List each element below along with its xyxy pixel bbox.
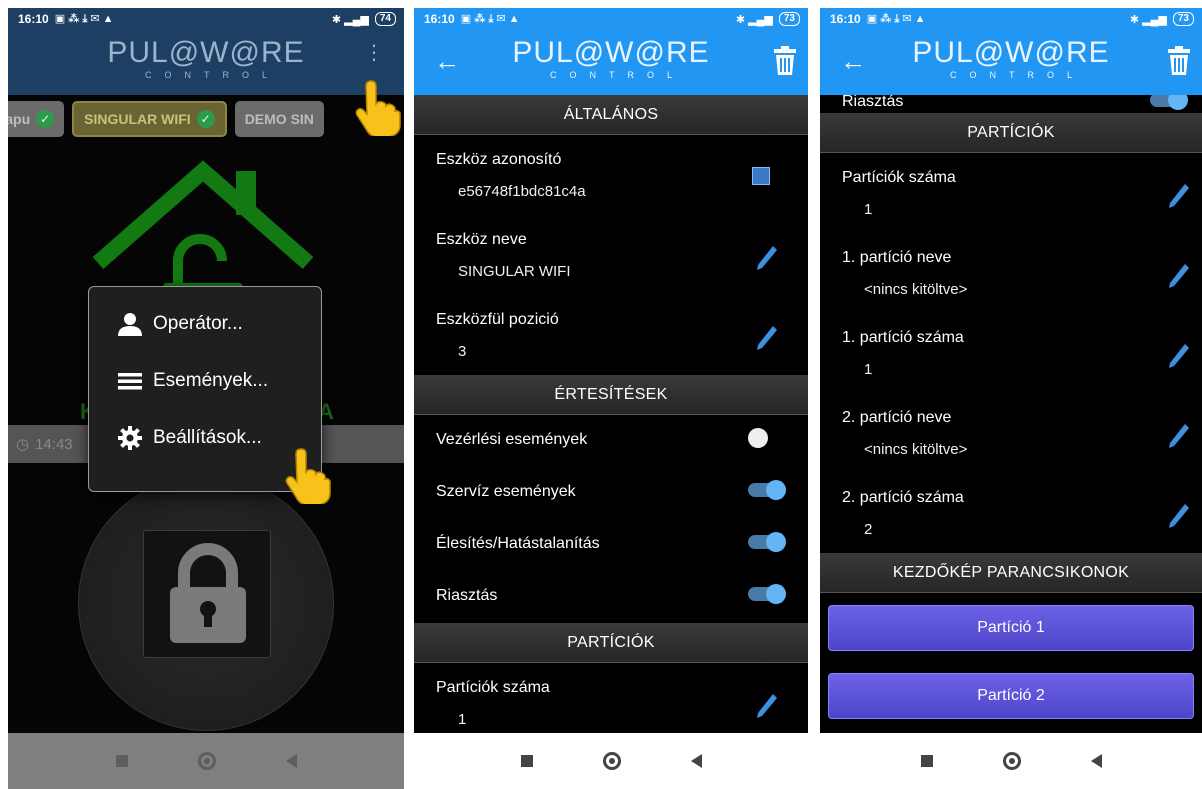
settings-list[interactable]: Riasztás PARTÍCIÓK Partíciók száma 1 1. … [820, 95, 1202, 733]
status-bar: 16:10 ▣ ⁂ ⤓ ✉ ▲ ✱ ▂▄▆ 73 [820, 8, 1202, 30]
pointing-hand-icon [355, 80, 401, 136]
toggle-switch[interactable] [748, 584, 786, 604]
setting-partition-count[interactable]: Partíciók száma 1 [820, 153, 1202, 233]
toggle-row-control-events[interactable]: Vezérlési események [414, 415, 808, 467]
toggle-row-alarm-partial[interactable]: Riasztás [820, 95, 1202, 113]
setting-tab-position[interactable]: Eszközfül pozició 3 [414, 295, 808, 375]
app-logo: PUL@W@RE CONTROL [512, 36, 710, 81]
home-button[interactable] [197, 752, 216, 770]
section-header-partitions: PARTÍCIÓK [820, 113, 1202, 153]
device-tab-active[interactable]: SINGULAR WIFI ✓ [72, 101, 227, 137]
pointing-hand-icon [285, 448, 331, 504]
partition-2-button[interactable]: Partíció 2 [828, 673, 1194, 719]
toggle-switch[interactable] [1150, 95, 1188, 110]
lock-control[interactable] [78, 475, 334, 731]
clock-icon: ◷ [16, 436, 30, 453]
menu-item-operator[interactable]: Operátor... [89, 295, 321, 352]
menu-item-events[interactable]: Események... [89, 352, 321, 409]
battery-indicator: 73 [1172, 12, 1194, 26]
battery-indicator: 74 [374, 12, 396, 26]
pencil-icon[interactable] [756, 325, 778, 351]
trash-icon[interactable] [774, 46, 796, 76]
setting-partition-1-number[interactable]: 1. partíció száma 1 [820, 313, 1202, 393]
pencil-icon[interactable] [1168, 503, 1190, 529]
recents-button[interactable] [520, 755, 533, 767]
battery-indicator: 73 [778, 12, 800, 26]
pencil-icon[interactable] [756, 693, 778, 719]
app-logo: PUL@W@RE CONTROL [912, 36, 1110, 81]
signal-icon: ✱ ▂▄▆ [1129, 13, 1167, 26]
check-icon: ✓ [196, 110, 215, 128]
section-header-partitions: PARTÍCIÓK [414, 623, 808, 663]
back-nav-button[interactable] [1090, 754, 1102, 768]
home-button[interactable] [602, 752, 621, 770]
back-nav-button[interactable] [285, 754, 297, 768]
pencil-icon[interactable] [1168, 423, 1190, 449]
setting-device-name[interactable]: Eszköz neve SINGULAR WIFI [414, 215, 808, 295]
section-header-general: ÁLTALÁNOS [414, 95, 808, 135]
notification-icons: ▣ ⁂ ⤓ ✉ ▲ [54, 13, 114, 25]
overflow-menu-icon[interactable]: ⋮ [364, 43, 384, 63]
system-nav-bar [820, 733, 1202, 789]
status-time: 16:10 [18, 12, 49, 26]
status-time: 16:10 [830, 12, 861, 26]
device-tab[interactable]: DEMO SIN [234, 101, 324, 137]
system-nav-bar [414, 733, 808, 789]
pencil-icon[interactable] [1168, 183, 1190, 209]
list-icon [117, 368, 143, 394]
setting-partition-2-number[interactable]: 2. partíció száma 2 [820, 473, 1202, 553]
padlock-icon [170, 543, 246, 643]
setting-partition-2-name[interactable]: 2. partíció neve <nincs kitöltve> [820, 393, 1202, 473]
toggle-switch[interactable] [748, 428, 782, 448]
phone-screen-settings-partitions: ← PUL@W@RE CONTROL 16:10 ▣ ⁂ ⤓ ✉ ▲ ✱ ▂▄▆… [820, 8, 1202, 789]
pencil-icon[interactable] [756, 245, 778, 271]
setting-partition-count[interactable]: Partíciók száma 1 [414, 663, 808, 733]
device-tabs: ay kapu ✓ SINGULAR WIFI ✓ DEMO SIN [8, 101, 324, 137]
system-nav-bar [8, 733, 404, 789]
pencil-icon[interactable] [1168, 343, 1190, 369]
setting-device-id[interactable]: Eszköz azonosító e56748f1bdc81c4a [414, 135, 808, 215]
toggle-row-arming[interactable]: Élesítés/Hatástalanítás [414, 519, 808, 571]
lock-button[interactable] [143, 530, 271, 658]
phone-screen-home-menu: PUL@W@RE CONTROL ⋮ 16:10 ▣ ⁂ ⤓ ✉ ▲ ✱ ▂▄▆… [8, 8, 404, 789]
status-bar: 16:10 ▣ ⁂ ⤓ ✉ ▲ ✱ ▂▄▆ 73 [414, 8, 808, 30]
signal-icon: ✱ ▂▄▆ [735, 13, 773, 26]
signal-icon: ✱ ▂▄▆ [331, 13, 369, 26]
settings-list[interactable]: ÁLTALÁNOS Eszköz azonosító e56748f1bdc81… [414, 95, 808, 733]
status-time: 16:10 [424, 12, 455, 26]
recents-button[interactable] [920, 755, 933, 767]
home-button[interactable] [1002, 752, 1021, 770]
device-tab[interactable]: ay kapu ✓ [8, 101, 65, 137]
recents-button[interactable] [115, 755, 128, 767]
phone-screen-settings-top: ← PUL@W@RE CONTROL 16:10 ▣ ⁂ ⤓ ✉ ▲ ✱ ▂▄▆… [414, 8, 808, 789]
qr-code-icon[interactable] [752, 167, 770, 185]
trash-icon[interactable] [1168, 46, 1190, 76]
toggle-switch[interactable] [748, 532, 786, 552]
gear-icon [117, 425, 143, 451]
back-nav-button[interactable] [690, 754, 702, 768]
app-logo: PUL@W@RE CONTROL [107, 36, 305, 81]
toggle-row-service-events[interactable]: Szervíz események [414, 467, 808, 519]
section-header-start-icons: KEZDŐKÉP PARANCSIKONOK [820, 553, 1202, 593]
status-bar: 16:10 ▣ ⁂ ⤓ ✉ ▲ ✱ ▂▄▆ 74 [8, 8, 404, 30]
setting-partition-1-name[interactable]: 1. partíció neve <nincs kitöltve> [820, 233, 1202, 313]
notification-icons: ▣ ⁂ ⤓ ✉ ▲ [866, 13, 926, 25]
check-icon: ✓ [36, 110, 55, 128]
toggle-row-alarm[interactable]: Riasztás [414, 571, 808, 623]
partition-1-button[interactable]: Partíció 1 [828, 605, 1194, 651]
person-icon [117, 311, 143, 337]
notification-icons: ▣ ⁂ ⤓ ✉ ▲ [460, 13, 520, 25]
section-header-notifications: ÉRTESÍTÉSEK [414, 375, 808, 415]
toggle-switch[interactable] [748, 480, 786, 500]
pencil-icon[interactable] [1168, 263, 1190, 289]
